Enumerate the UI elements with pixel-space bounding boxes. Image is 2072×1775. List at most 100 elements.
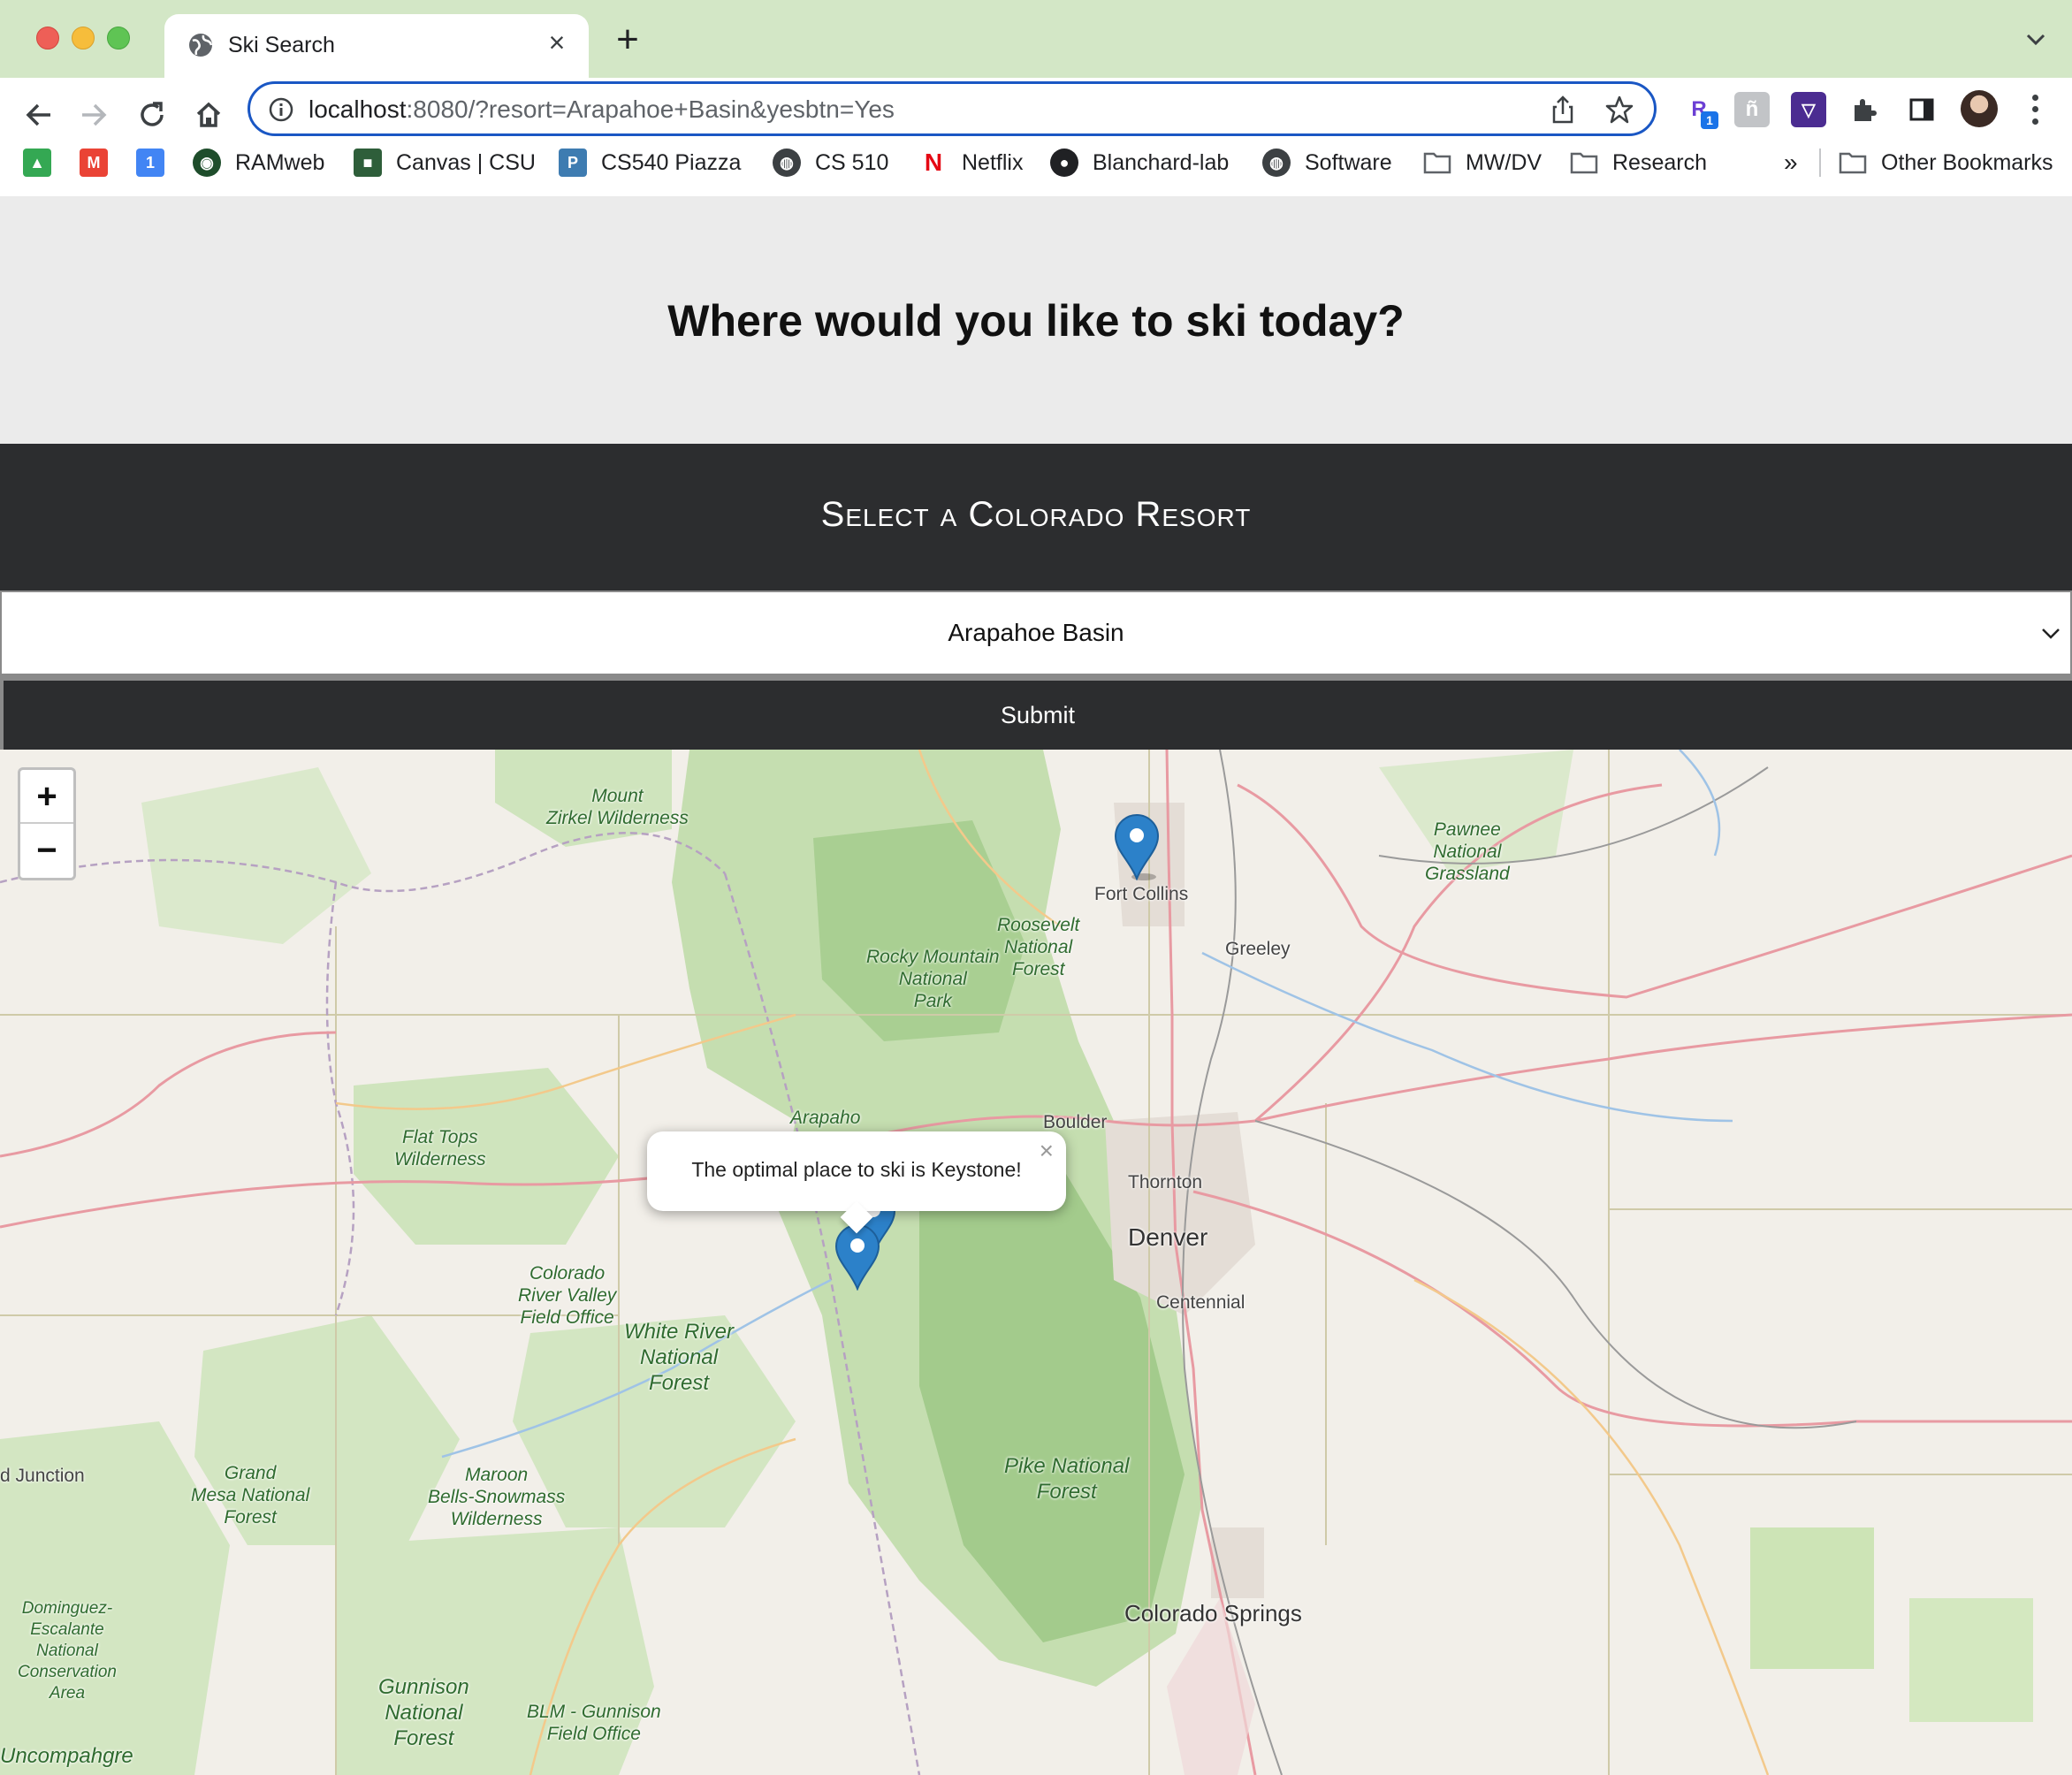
bookmark-label: CS540 Piazza: [601, 149, 742, 175]
popup-text: The optimal place to ski is Keystone!: [691, 1158, 1022, 1181]
label-grand-mesa: Grand Mesa National Forest: [191, 1463, 310, 1527]
label-arapaho: Arapaho: [790, 1108, 861, 1128]
bookmark-item[interactable]: 1: [136, 145, 179, 180]
selected-resort: Arapahoe Basin: [948, 619, 1124, 646]
map-tiles: [0, 750, 2072, 1775]
forward-button[interactable]: [71, 92, 117, 138]
map-marker-fort-collins[interactable]: [1114, 813, 1160, 880]
google-drive-icon: ▲: [23, 149, 51, 177]
label-white-river: White River National Forest: [624, 1320, 735, 1395]
new-tab-button[interactable]: +: [610, 20, 645, 59]
reload-button[interactable]: [129, 92, 175, 138]
folder-icon: [1423, 149, 1451, 177]
map-marker-keystone[interactable]: [834, 1223, 880, 1291]
label-rocky-mountain: Rocky Mountain National Park: [866, 947, 1000, 1011]
resort-dropdown[interactable]: Arapahoe Basin: [0, 590, 2072, 675]
other-bookmarks-folder[interactable]: Other Bookmarks: [1839, 145, 2053, 180]
chevron-down-icon: [2042, 628, 2060, 639]
profile-avatar[interactable]: [1961, 90, 1998, 127]
piazza-icon: P: [559, 149, 587, 177]
forward-arrow-icon: [82, 103, 107, 126]
label-gunnison: Gunnison National Forest: [378, 1675, 469, 1750]
label-mount-zirkel: Mount Zirkel Wilderness: [546, 786, 689, 828]
minimize-window-button[interactable]: [72, 27, 95, 50]
extensions-puzzle-icon[interactable]: [1847, 92, 1883, 127]
map-popup: The optimal place to ski is Keystone! ×: [647, 1131, 1066, 1234]
label-pike: Pike National Forest: [1004, 1454, 1130, 1504]
bookmark-label: MW/DV: [1466, 149, 1543, 175]
home-button[interactable]: [186, 92, 232, 138]
bookmark-item[interactable]: N Netflix: [919, 145, 1024, 180]
globe-icon: ◍: [1262, 149, 1291, 177]
bookmark-item[interactable]: ▲: [23, 145, 65, 180]
browser-menu-icon[interactable]: [2024, 92, 2045, 127]
share-icon[interactable]: [1548, 95, 1578, 125]
maximize-window-button[interactable]: [107, 27, 130, 50]
label-flat-tops: Flat Tops Wilderness: [394, 1127, 486, 1169]
label-dominguez: Dominguez- Escalante National Conservation A…: [18, 1599, 117, 1703]
zoom-control: + −: [18, 767, 76, 880]
side-panel-icon[interactable]: [1904, 92, 1939, 127]
section-title: Select a Colorado Resort: [820, 495, 1252, 534]
address-bar[interactable]: localhost:8080/?resort=Arapahoe+Basin&ye…: [248, 81, 1657, 136]
github-icon: ●: [1050, 149, 1078, 177]
zoom-in-button[interactable]: +: [20, 770, 73, 824]
resort-select-section: Select a Colorado Resort: [0, 444, 2072, 590]
globe-icon: [189, 34, 213, 57]
zoom-out-button[interactable]: −: [20, 824, 73, 878]
label-uncompahgre: Uncompahgre: [0, 1744, 133, 1768]
close-tab-icon[interactable]: ×: [541, 27, 573, 58]
city-centennial: Centennial: [1156, 1292, 1245, 1313]
city-boulder: Boulder: [1043, 1112, 1108, 1132]
resort-map[interactable]: Mount Zirkel Wilderness Pawnee National Gra…: [0, 750, 2072, 1775]
side-panel-glyph-icon: [1909, 98, 1934, 121]
popup-close-icon[interactable]: ×: [1040, 1139, 1054, 1163]
bookmark-item[interactable]: P CS540 Piazza: [559, 145, 741, 180]
bookmark-label: Canvas | CSU: [396, 149, 536, 175]
bookmark-label: RAMweb: [235, 149, 325, 175]
bookmark-item[interactable]: ● Blanchard-lab: [1050, 145, 1229, 180]
label-roosevelt: Roosevelt National Forest: [997, 915, 1080, 979]
folder-icon: [1839, 149, 1867, 177]
bookmark-star-icon[interactable]: [1604, 95, 1634, 125]
calendar-icon: 1: [136, 149, 164, 177]
back-button[interactable]: [16, 92, 62, 138]
bookmark-item[interactable]: ◉ RAMweb: [193, 145, 324, 180]
bookmark-label: Software: [1305, 149, 1392, 175]
site-info-icon[interactable]: [268, 96, 294, 123]
tab-title: Ski Search: [228, 33, 335, 57]
tab-search-chevron-icon[interactable]: [2022, 27, 2049, 53]
folder-icon: [1570, 149, 1598, 177]
close-window-button[interactable]: [36, 27, 59, 50]
back-arrow-icon: [26, 103, 50, 126]
city-greeley: Greeley: [1225, 939, 1291, 959]
bookmarks-overflow-button[interactable]: »: [1784, 145, 1798, 180]
bookmark-item[interactable]: ◍ CS 510: [773, 145, 888, 180]
bookmarks-separator: [1819, 149, 1821, 177]
extension-r-icon[interactable]: R1: [1681, 92, 1718, 129]
canvas-icon: ■: [354, 149, 382, 177]
ram-icon: ◉: [193, 149, 221, 177]
city-colorado-springs: Colorado Springs: [1124, 1600, 1302, 1626]
bookmark-label: Netflix: [962, 149, 1024, 175]
city-grand-junction: d Junction: [0, 1466, 85, 1486]
netflix-icon: N: [924, 149, 943, 176]
bookmark-item[interactable]: M: [80, 145, 122, 180]
active-tab[interactable]: Ski Search ×: [164, 14, 589, 78]
gmail-icon: M: [80, 149, 108, 177]
submit-button[interactable]: Submit: [0, 675, 2072, 750]
url-text: localhost:8080/?resort=Arapahoe+Basin&ye…: [309, 95, 895, 123]
extension-grey-icon[interactable]: ñ: [1734, 92, 1770, 127]
bookmark-item[interactable]: ◍ Software: [1262, 145, 1392, 180]
globe-icon: ◍: [773, 149, 801, 177]
label-pawnee: Pawnee National Grassland: [1425, 819, 1510, 884]
puzzle-icon: [1855, 99, 1877, 121]
extension-purple-icon[interactable]: ▽: [1791, 92, 1826, 127]
city-fort-collins: Fort Collins: [1094, 884, 1189, 904]
bookmark-item[interactable]: Research: [1570, 145, 1707, 180]
bookmark-item[interactable]: ■ Canvas | CSU: [354, 145, 536, 180]
label-maroon-bells: Maroon Bells-Snowmass Wilderness: [428, 1465, 566, 1529]
browser-tab-strip: Ski Search × +: [0, 0, 2072, 78]
label-blm-gunnison: BLM - Gunnison Field Office: [527, 1702, 661, 1744]
bookmark-item[interactable]: MW/DV: [1423, 145, 1542, 180]
